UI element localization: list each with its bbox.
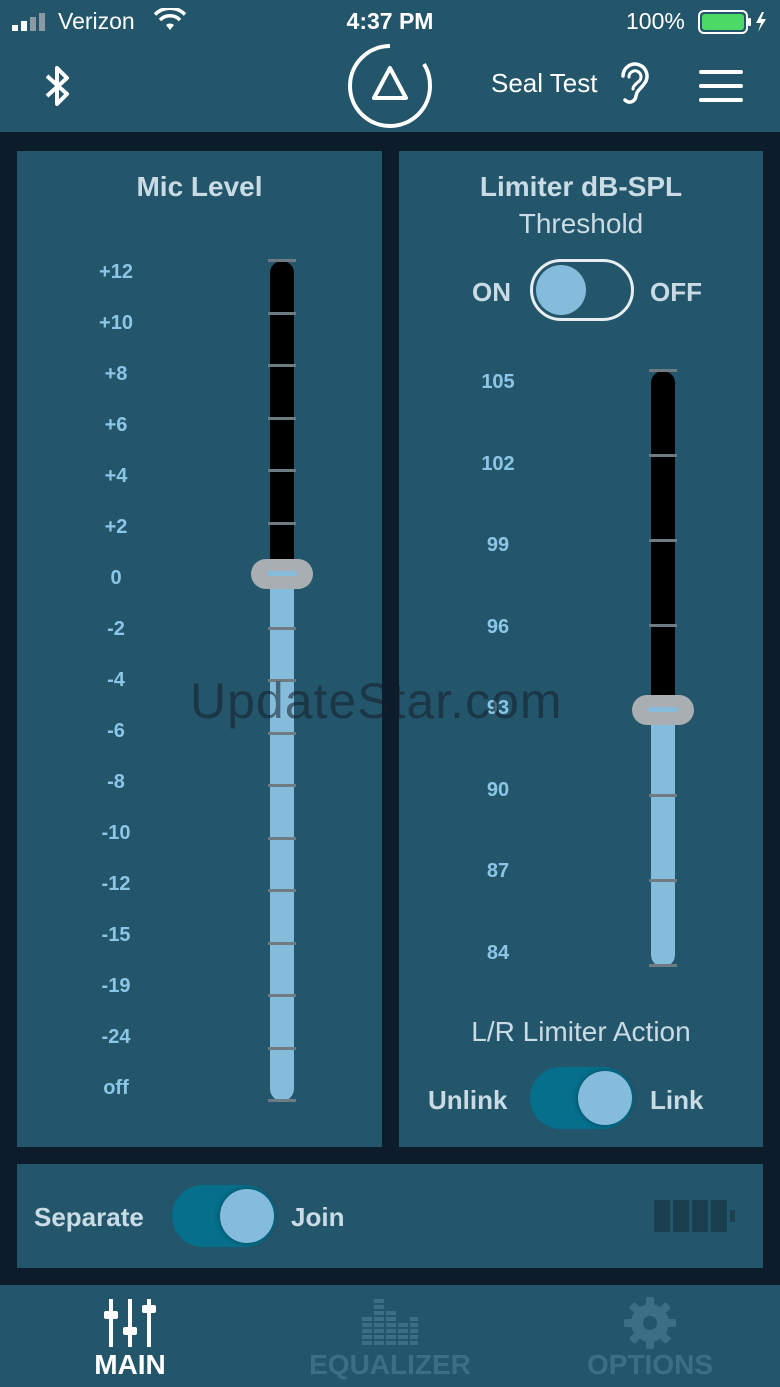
- unlink-label: Unlink: [428, 1085, 508, 1115]
- slider-notch: [268, 731, 296, 735]
- scale-label: +6: [104, 414, 128, 436]
- tab-main-label: MAIN: [94, 1349, 166, 1380]
- scale-label: 90: [486, 778, 510, 801]
- lr-link-toggle[interactable]: [530, 1067, 634, 1129]
- slider-notch: [268, 941, 296, 945]
- scale-label: 102: [481, 452, 515, 475]
- slider-notch: [268, 889, 296, 892]
- slider-notch: [268, 259, 296, 262]
- battery-percent: 100%: [626, 8, 685, 34]
- slider-notch: [268, 836, 296, 840]
- join-label: Join: [291, 1202, 345, 1232]
- tab-main[interactable]: MAIN: [50, 1285, 210, 1387]
- scale-label: -19: [101, 975, 131, 997]
- sliders-icon: [104, 1299, 156, 1347]
- tab-options-label: OPTIONS: [586, 1349, 713, 1380]
- slider-notch: [268, 364, 296, 367]
- separate-join-toggle-knob: [220, 1189, 274, 1243]
- slider-notch: [268, 1099, 296, 1102]
- tab-equalizer[interactable]: EQUALIZER: [280, 1285, 500, 1387]
- slider-notch: [268, 1046, 296, 1050]
- limiter-panel: Limiter dB-SPL Threshold ON OFF 105 102 99…: [399, 151, 763, 1147]
- slider-notch: [268, 416, 296, 420]
- slider-notch: [268, 626, 296, 630]
- status-bar: Verizon 4:37 PM 100%: [0, 0, 780, 44]
- slider-notch: [649, 539, 677, 542]
- slider-notch: [268, 784, 296, 787]
- scale-label: -15: [101, 924, 131, 946]
- scale-label: +2: [104, 516, 128, 538]
- scale-label: -4: [107, 669, 125, 691]
- scale-label: 96: [486, 615, 510, 638]
- separate-label: Separate: [34, 1202, 144, 1232]
- separate-join-toggle[interactable]: [172, 1185, 276, 1247]
- slider-notch: [268, 311, 296, 315]
- limiter-title: Limiter dB-SPL: [479, 171, 683, 202]
- link-label: Link: [650, 1085, 704, 1115]
- limiter-toggle-knob: [536, 265, 586, 315]
- slider-notch: [649, 964, 677, 967]
- scale-label: -2: [107, 618, 125, 640]
- slider-notch: [649, 794, 677, 797]
- lr-limiter-action-label: L/R Limiter Action: [471, 1016, 691, 1047]
- slider-notch: [649, 369, 677, 372]
- limiter-toggle[interactable]: [530, 259, 634, 321]
- scale-label: 0: [110, 567, 122, 589]
- slider-notch: [649, 879, 677, 882]
- header-bar: Verizon 4:37 PM 100% Seal Test: [0, 0, 780, 132]
- equalizer-icon: [362, 1299, 418, 1345]
- scale-label: +10: [99, 312, 133, 334]
- limiter-slider-track[interactable]: [651, 371, 675, 967]
- gear-icon: [624, 1297, 676, 1349]
- slider-notch: [268, 994, 296, 997]
- bluetooth-icon[interactable]: [42, 62, 74, 110]
- scale-label: -8: [107, 771, 125, 793]
- watermark: UpdateStar.com: [190, 673, 563, 729]
- mic-level-panel: Mic Level +12 +10 +8 +6 +4 +2 0 -2 -4 -6 -8 -10 -12 -…: [17, 151, 382, 1147]
- scale-label: -10: [101, 822, 131, 844]
- slider-notch: [649, 454, 677, 457]
- limiter-fill: [651, 713, 675, 967]
- hamburger-menu-icon[interactable]: [699, 70, 743, 102]
- scale-label: +8: [104, 363, 128, 385]
- level-meter-icon: [654, 1200, 735, 1232]
- scale-label: -12: [101, 873, 131, 895]
- scale-label: +12: [99, 261, 133, 283]
- scale-label: 87: [486, 860, 510, 882]
- slider-notch: [268, 521, 296, 525]
- lr-link-toggle-knob: [578, 1071, 632, 1125]
- limiter-on-label: ON: [472, 277, 511, 307]
- tab-options[interactable]: OPTIONS: [560, 1285, 740, 1387]
- limiter-off-label: OFF: [650, 277, 702, 307]
- scale-label: 99: [486, 534, 510, 556]
- ear-icon[interactable]: [614, 60, 650, 106]
- limiter-slider-thumb[interactable]: [632, 695, 694, 725]
- battery-icon: [698, 10, 766, 34]
- scale-label: -6: [107, 720, 125, 742]
- separate-join-panel: Separate Join: [17, 1164, 763, 1268]
- scale-label: -24: [101, 1026, 131, 1048]
- tab-bar: MAIN EQUALIZER OPTIONS: [0, 1285, 780, 1387]
- logo-icon[interactable]: [346, 42, 434, 130]
- slider-notch: [268, 469, 296, 472]
- slider-notch: [649, 624, 677, 627]
- scale-label: 105: [481, 371, 515, 393]
- scale-label: 84: [486, 941, 510, 964]
- scale-label: +4: [104, 465, 128, 487]
- mic-level-title: Mic Level: [136, 171, 263, 202]
- seal-test-button[interactable]: Seal Test: [491, 68, 597, 99]
- tab-equalizer-label: EQUALIZER: [309, 1349, 471, 1380]
- limiter-subtitle: Threshold: [518, 208, 644, 239]
- mic-level-slider-thumb[interactable]: [251, 559, 313, 589]
- scale-label: off: [103, 1077, 129, 1099]
